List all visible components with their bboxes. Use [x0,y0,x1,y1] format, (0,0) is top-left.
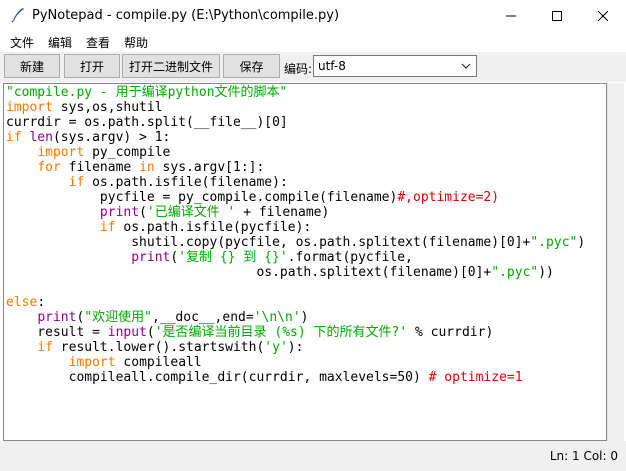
code-editor[interactable]: "compile.py - 用于编译python文件的脚本" import sys… [3,83,607,441]
code-line[interactable]: currdir = os.path.split(__file__)[0] [6,115,585,130]
code-line[interactable]: os.path.splitext(filename)[0]+".pyc")) [6,265,585,280]
code-line[interactable]: else: [6,295,585,310]
code-line[interactable]: import compileall [6,355,585,370]
code-line[interactable]: print('已编译文件 ' + filename) [6,205,585,220]
vertical-scrollbar[interactable] [607,83,624,441]
code-line[interactable]: import py_compile [6,145,585,160]
open-button[interactable]: 打开 [64,54,120,78]
code-line[interactable]: if os.path.isfile(pycfile): [6,220,585,235]
menu-file[interactable]: 文件 [10,34,34,51]
open-binary-button[interactable]: 打开二进制文件 [122,54,220,78]
cursor-position: Ln: 1 Col: 0 [549,449,618,463]
menu-help[interactable]: 帮助 [124,34,148,51]
new-button[interactable]: 新建 [4,54,60,78]
close-button[interactable] [580,0,626,32]
chevron-down-icon [461,63,471,69]
status-bar: Ln: 1 Col: 0 [0,441,626,471]
code-line[interactable]: if result.lower().startswith('y'): [6,340,585,355]
menu-view[interactable]: 查看 [86,34,110,51]
minimize-icon [506,15,516,17]
maximize-icon [552,11,562,21]
code-line[interactable]: print('复制 {} 到 {}'.format(pycfile, [6,250,585,265]
menu-edit[interactable]: 编辑 [48,34,72,51]
code-line[interactable]: pycfile = py_compile.compile(filename)#,… [6,190,585,205]
code-line[interactable]: compileall.compile_dir(currdir, maxlevel… [6,370,585,385]
window-title: PyNotepad - compile.py (E:\Python\compil… [32,8,340,23]
title-bar[interactable]: PyNotepad - compile.py (E:\Python\compil… [0,0,626,32]
encoding-select[interactable]: utf-8 [313,55,477,77]
code-line[interactable] [6,280,585,295]
encoding-label: 编码: [284,62,313,76]
encoding-value: utf-8 [318,59,346,73]
minimize-button[interactable] [488,0,534,32]
close-icon [598,11,608,21]
code-line[interactable]: shutil.copy(pycfile, os.path.splitext(fi… [6,235,585,250]
code-line[interactable]: "compile.py - 用于编译python文件的脚本" [6,85,585,100]
code-line[interactable]: print("欢迎使用",__doc__,end='\n\n') [6,310,585,325]
code-line[interactable]: result = input('是否编译当前目录 (%s) 下的所有文件?' %… [6,325,585,340]
code-line[interactable]: if os.path.isfile(filename): [6,175,585,190]
save-button[interactable]: 保存 [223,54,280,78]
quill-pen-icon [11,8,24,23]
maximize-button[interactable] [534,0,580,32]
code-line[interactable]: for filename in sys.argv[1:]: [6,160,585,175]
code-text[interactable]: "compile.py - 用于编译python文件的脚本" import sys… [6,85,585,385]
code-line[interactable]: import sys,os,shutil [6,100,585,115]
code-line[interactable]: if len(sys.argv) > 1: [6,130,585,145]
menu-bar: 文件 编辑 查看 帮助 [0,32,626,52]
